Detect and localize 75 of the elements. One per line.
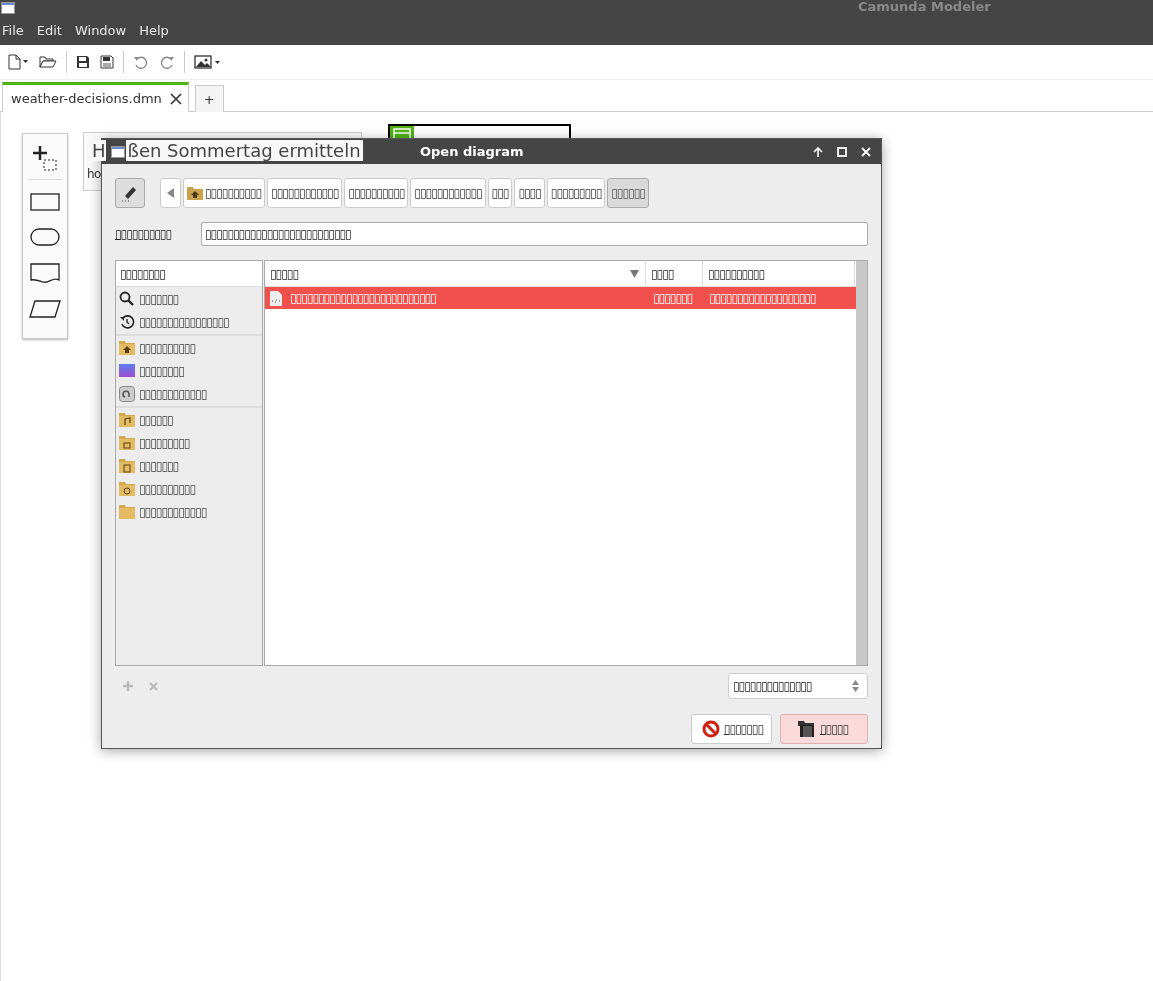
rectangle-icon[interactable] [30, 193, 60, 211]
save-icon [76, 55, 90, 69]
menu-item[interactable]: Edit [36, 23, 62, 38]
places-header: ▯▯▯▯▯▯▯▯ [116, 261, 262, 287]
left-triangle-icon [166, 188, 175, 198]
place-item[interactable]: ▯▯▯▯▯▯ [116, 408, 262, 431]
code-file-icon [270, 290, 282, 306]
place-item[interactable]: ▯▯▯▯▯▯▯▯▯▯▯▯ [116, 500, 262, 523]
tab[interactable]: + [194, 85, 224, 112]
decision-title: H [90, 140, 106, 161]
close-icon[interactable] [169, 92, 182, 105]
window-icon [111, 145, 125, 158]
open-folder-icon [39, 54, 57, 70]
path-button[interactable]: ▯▯▯▯▯▯ [607, 178, 649, 208]
sort-down-icon [630, 269, 639, 278]
window-icon [1, 2, 15, 14]
folder-icon [798, 720, 816, 738]
parallelogram-icon[interactable] [29, 300, 61, 318]
column-header[interactable]: ▯▯▯▯ [646, 261, 703, 286]
save-as-icon [100, 55, 114, 69]
path-button[interactable]: ▯▯▯▯ [514, 178, 545, 208]
location-label: ▯▯▯▯▯▯▯▯▯▯ [115, 227, 173, 241]
path-button[interactable]: ▯▯▯▯▯▯▯▯▯ [546, 178, 606, 208]
edit-location-button[interactable] [115, 178, 145, 208]
video-folder-icon [119, 457, 135, 474]
app-title: Camunda Modeler [858, 0, 991, 14]
menu-item[interactable]: Help [139, 23, 169, 38]
place-item[interactable]: ▯▯▯▯▯▯▯ [116, 454, 262, 477]
up-down-arrows-icon [852, 680, 859, 692]
scrollbar[interactable] [856, 261, 867, 665]
redo-icon [159, 54, 175, 70]
place-item[interactable]: ▯▯▯▯▯▯▯▯▯▯ [116, 477, 262, 500]
desktop-icon [119, 362, 135, 379]
tab[interactable]: weather-decisions.dmn [2, 82, 189, 112]
arrow-up-icon[interactable] [813, 146, 823, 157]
back-arrow-button[interactable] [160, 178, 181, 208]
place-item[interactable]: ▯▯▯▯▯▯▯ [116, 287, 262, 310]
cancel-button[interactable]: ▯▯▯▯▯▯▯ [690, 714, 772, 744]
pictures-folder-icon [119, 434, 135, 451]
open-button[interactable]: ▯▯▯▯▯ [780, 714, 868, 744]
drive-icon [119, 385, 135, 402]
decision-subtitle: ho [87, 167, 101, 181]
download-folder-icon [119, 480, 135, 497]
folder-icon [119, 503, 135, 520]
undo-icon [133, 54, 149, 70]
history-icon [119, 313, 135, 330]
place-item[interactable]: ▯▯▯▯▯▯▯▯▯ [116, 431, 262, 454]
menu-item[interactable]: Window [74, 23, 127, 38]
column-header[interactable]: ▯▯▯▯▯▯▯▯▯▯ [703, 261, 855, 286]
home-folder-icon [187, 186, 203, 200]
place-item[interactable]: ▯▯▯▯▯▯▯▯▯▯▯▯▯▯▯▯ [116, 310, 262, 333]
image-icon [194, 54, 222, 70]
path-button[interactable]: ▯▯▯▯▯▯▯▯▯▯▯▯ [267, 178, 343, 208]
rounded-rectangle-icon[interactable] [30, 228, 60, 246]
create-element-icon[interactable] [31, 144, 59, 172]
music-folder-icon [119, 411, 135, 428]
path-button[interactable]: ▯▯▯ [487, 178, 513, 208]
file-type-dropdown[interactable]: ▯▯▯▯▯▯▯▯▯▯▯▯▯▯ [728, 673, 868, 699]
home-folder-icon [119, 339, 135, 356]
path-button[interactable]: ▯▯▯▯▯▯▯▯▯▯ [344, 178, 409, 208]
new-file-icon [7, 54, 29, 70]
prohibited-icon [701, 720, 720, 738]
decision-title: ßen Sommertag ermitteln [125, 140, 363, 161]
place-item[interactable]: ▯▯▯▯▯▯▯▯▯▯▯▯ [116, 382, 262, 405]
path-button[interactable]: ▯▯▯▯▯▯▯▯▯▯ [183, 178, 266, 208]
place-item[interactable]: ▯▯▯▯▯▯▯▯▯▯ [116, 336, 262, 359]
document-shape-icon[interactable] [30, 263, 60, 283]
dialog-title: Open diagram [420, 144, 524, 159]
path-button[interactable]: ▯▯▯▯▯▯▯▯▯▯▯▯ [410, 178, 486, 208]
place-item[interactable]: ▯▯▯▯▯▯▯▯ [116, 359, 262, 382]
search-icon [119, 290, 135, 307]
column-header[interactable]: ▯▯▯▯▯ [265, 261, 646, 286]
menu-item[interactable]: File [2, 23, 24, 38]
location-field[interactable]: ▯▯▯▯▯▯▯▯▯▯▯▯▯▯▯▯▯▯▯▯▯▯▯▯▯▯ [201, 222, 868, 246]
maximize-icon[interactable] [837, 146, 847, 157]
